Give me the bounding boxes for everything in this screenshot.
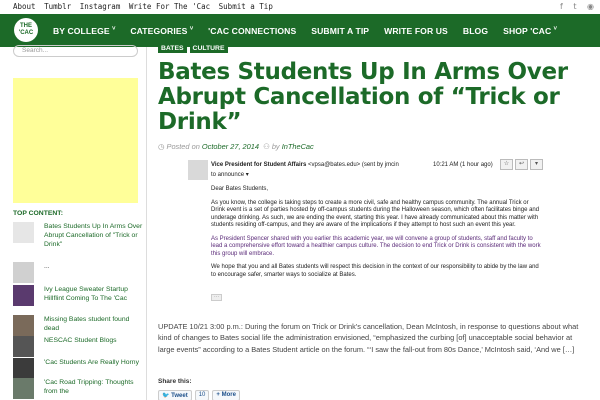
category-tag-bates[interactable]: BATES xyxy=(158,44,187,53)
ad-placeholder xyxy=(13,78,138,203)
list-item-title[interactable]: Ivy League Sweater Startup Hillflint Com… xyxy=(44,285,144,303)
utility-link-submit[interactable]: Submit a Tip xyxy=(219,2,273,11)
search-input[interactable]: Search... xyxy=(13,45,138,57)
user-icon: ⚇ xyxy=(263,142,270,151)
twitter-icon[interactable]: t xyxy=(573,2,576,11)
tweet-button[interactable]: 🐦 Tweet xyxy=(158,390,192,400)
plus-icon: + xyxy=(216,392,220,398)
rss-icon[interactable]: ◉ xyxy=(587,2,594,11)
reply-icon: ↩ xyxy=(515,159,528,170)
thumbnail xyxy=(13,262,34,283)
email-time: 10:21 AM (1 hour ago) xyxy=(433,162,493,168)
logo-line-2: 'CAC xyxy=(18,29,34,36)
nav-item-by-college[interactable]: BY COLLEGE ˅ xyxy=(53,26,115,36)
email-paragraph: As you know, the college is taking steps… xyxy=(211,199,540,229)
chevron-down-icon: ˅ xyxy=(553,25,557,32)
nav-item-cac-connections[interactable]: 'CAC CONNECTIONS xyxy=(208,26,296,36)
email-to: to announce ▾ xyxy=(211,171,249,178)
email-paragraph: We hope that you and all Bates students … xyxy=(211,264,539,278)
list-item[interactable]: Ivy League Sweater Startup Hillflint Com… xyxy=(13,285,143,315)
sender-address: <vpsa@bates.edu> (sent by jmcin xyxy=(308,162,399,168)
thumbnail xyxy=(13,336,34,357)
utility-bar: About Tumblr Instagram Write For The 'Ca… xyxy=(0,0,600,13)
nav-label: CATEGORIES xyxy=(130,25,188,36)
category-tags: BATES CULTURE xyxy=(158,44,231,53)
by-label: by xyxy=(271,142,280,151)
sender-name: Vice President for Student Affairs xyxy=(211,162,307,168)
email-paragraph: As President Spencer shared with you ear… xyxy=(211,235,541,257)
email-actions: ☆ ↩ ▾ xyxy=(498,159,543,170)
more-share-button[interactable]: + More xyxy=(212,390,240,400)
recipient: to announce xyxy=(211,172,245,178)
list-item[interactable]: Bates Students Up In Arms Over Abrupt Ca… xyxy=(13,222,143,252)
share-label: Share this: xyxy=(158,378,192,385)
list-item[interactable]: 'Cac Road Tripping: Thoughts from the xyxy=(13,378,143,400)
chevron-down-icon: ˅ xyxy=(111,25,116,32)
utility-link-write[interactable]: Write For The 'Cac xyxy=(129,2,210,11)
thumbnail xyxy=(13,315,34,336)
thumbnail xyxy=(13,285,34,306)
nav-item-categories[interactable]: CATEGORIES ˅ xyxy=(130,26,193,36)
facebook-icon[interactable]: f xyxy=(560,2,563,11)
top-content-heading: TOP CONTENT: xyxy=(13,210,63,217)
thumbnail xyxy=(13,378,34,399)
nav-item-write-for-us[interactable]: WRITE FOR US xyxy=(384,26,448,36)
thumbnail xyxy=(13,358,34,379)
tweet-label: Tweet xyxy=(171,393,188,399)
email-body: Dear Bates Students, As you know, the co… xyxy=(211,186,541,285)
email-greeting: Dear Bates Students, xyxy=(211,186,269,192)
utility-link-tumblr[interactable]: Tumblr xyxy=(44,2,71,11)
more-icon: ▾ xyxy=(530,159,543,170)
utility-links: About Tumblr Instagram Write For The 'Ca… xyxy=(13,0,277,13)
nav-item-blog[interactable]: BLOG xyxy=(463,26,488,36)
list-item-title[interactable]: ... xyxy=(44,262,144,271)
byline: ◷ Posted on October 27, 2014 ⚇ by InTheC… xyxy=(158,142,314,151)
email-from: Vice President for Student Affairs <vpsa… xyxy=(211,162,399,168)
posted-on-label: Posted on xyxy=(166,142,200,151)
main-nav: THE 'CAC BY COLLEGE ˅ CATEGORIES ˅ 'CAC CO… xyxy=(0,14,600,47)
ellipsis-icon: ··· xyxy=(211,294,222,301)
nav-label: BY COLLEGE xyxy=(53,25,110,36)
chevron-down-icon: ▾ xyxy=(245,172,249,178)
category-tag-culture[interactable]: CULTURE xyxy=(189,44,228,53)
article-excerpt: UPDATE 10/21 3:00 p.m.: During the forum… xyxy=(158,322,579,354)
star-icon: ☆ xyxy=(500,159,513,170)
more-label: More xyxy=(221,392,236,398)
social-icons: f t ◉ xyxy=(554,0,594,13)
tweet-count: 10 xyxy=(194,390,210,400)
utility-link-instagram[interactable]: Instagram xyxy=(80,2,121,11)
list-item-title[interactable]: 'Cac Students Are Really Horny xyxy=(44,358,144,367)
nav-menu: BY COLLEGE ˅ CATEGORIES ˅ 'CAC CONNECTIONS… xyxy=(53,14,572,47)
email-screenshot: Vice President for Student Affairs <vpsa… xyxy=(188,156,563,306)
thumbnail xyxy=(13,222,34,243)
clock-icon: ◷ xyxy=(158,142,165,151)
twitter-icon: 🐦 xyxy=(162,393,170,399)
author-link[interactable]: InTheCac xyxy=(282,142,314,151)
share-buttons: 🐦 Tweet 10 + More xyxy=(158,390,243,400)
chevron-down-icon: ˅ xyxy=(189,25,194,32)
nav-item-submit-tip[interactable]: SUBMIT A TIP xyxy=(311,26,369,36)
list-item-title[interactable]: 'Cac Road Tripping: Thoughts from the xyxy=(44,378,144,396)
site-logo[interactable]: THE 'CAC xyxy=(14,18,38,42)
post-date[interactable]: October 27, 2014 xyxy=(202,142,259,151)
list-item-title[interactable]: Missing Bates student found dead xyxy=(44,315,144,333)
nav-item-shop[interactable]: SHOP 'CAC ˅ xyxy=(503,26,557,36)
list-item-title[interactable]: Bates Students Up In Arms Over Abrupt Ca… xyxy=(44,222,144,249)
nav-label: SHOP 'CAC xyxy=(503,25,552,36)
article-headline: Bates Students Up In Arms Over Abrupt Ca… xyxy=(158,59,568,135)
sender-avatar xyxy=(188,160,208,180)
utility-link-about[interactable]: About xyxy=(13,2,36,11)
list-item-title[interactable]: NESCAC Student Blogs xyxy=(44,336,144,345)
